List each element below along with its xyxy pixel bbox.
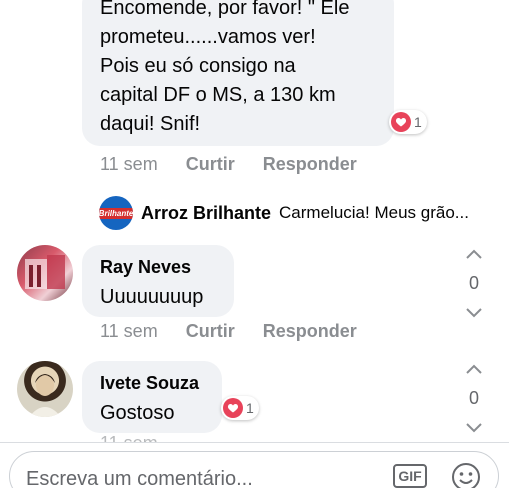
reply-preview[interactable]: Brilhante Arroz Brilhante Carmelucia! Me… [99, 196, 469, 230]
reply-button[interactable]: Responder [263, 154, 357, 175]
comment-text: Gostoso [100, 402, 175, 424]
comment-input[interactable]: Escreva um comentário... [26, 468, 253, 488]
comment-bubble: Ray Neves Uuuuuuuup [82, 245, 234, 317]
comment-bubble: Ivete Souza Gostoso [82, 361, 222, 433]
vote-control: 0 [459, 364, 489, 433]
comment-text: Encomende, por favor! " Ele prometeu....… [100, 0, 349, 136]
reaction-badge[interactable]: 1 [389, 110, 427, 134]
brand-logo-text: Brilhante [99, 207, 133, 219]
avatar-image [29, 374, 61, 417]
comment-actions: 11 sem Curtir Responder [100, 154, 357, 175]
heart-icon [391, 112, 411, 132]
chevron-down-icon[interactable] [466, 308, 482, 318]
vote-count: 0 [468, 388, 479, 408]
comment-actions: 11 sem Curtir Responder [100, 321, 357, 342]
reaction-count: 1 [246, 400, 254, 416]
avatar[interactable] [17, 361, 73, 417]
comment-line: prometeu......vamos ver! [100, 26, 316, 48]
reply-button[interactable]: Responder [263, 321, 357, 342]
comment-bubble: Encomende, por favor! " Ele prometeu....… [82, 0, 394, 146]
avatar: Brilhante [99, 196, 133, 230]
chevron-up-icon[interactable] [466, 249, 482, 259]
like-button[interactable]: Curtir [186, 154, 235, 175]
comment-line: capital DF o MS, a 130 km [100, 84, 336, 106]
like-button[interactable]: Curtir [186, 321, 235, 342]
comment-line: daqui! Snif! [100, 113, 201, 135]
avatar[interactable] [17, 245, 73, 301]
emoji-icon[interactable] [451, 462, 481, 488]
comment-text: Uuuuuuuup [100, 286, 204, 308]
heart-icon [223, 398, 243, 418]
vote-control: 0 [459, 249, 489, 318]
comment-author[interactable]: Ray Neves [100, 257, 191, 278]
gif-icon[interactable]: GIF [393, 464, 427, 488]
comment-line: Encomende, por favor! " Ele [100, 0, 350, 19]
comment-time: 11 sem [100, 154, 158, 174]
comment-author[interactable]: Ivete Souza [100, 373, 199, 394]
avatar-image [25, 255, 65, 289]
reaction-badge[interactable]: 1 [221, 396, 259, 420]
comment-time: 11 sem [100, 321, 158, 341]
comment-line: Pois eu só consigo na [100, 55, 296, 77]
chevron-up-icon[interactable] [466, 364, 482, 374]
vote-count: 0 [468, 273, 479, 293]
chevron-down-icon[interactable] [466, 423, 482, 433]
reply-snippet: Carmelucia! Meus grão... [279, 203, 469, 222]
reaction-count: 1 [414, 114, 422, 130]
reply-author[interactable]: Arroz Brilhante [141, 203, 271, 224]
